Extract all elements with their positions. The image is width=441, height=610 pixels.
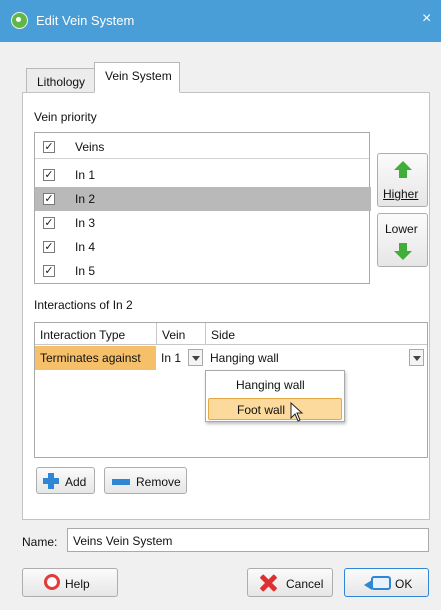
veins-column-header: Veins [75, 140, 105, 154]
side-option-label: Hanging wall [236, 378, 305, 392]
title-bar: Edit Vein System × [0, 0, 441, 42]
higher-label: Higher [383, 187, 419, 201]
add-button[interactable]: Add [36, 467, 95, 494]
cancel-button[interactable]: Cancel [247, 568, 333, 597]
arrow-up-icon [394, 161, 412, 178]
vein-dropdown[interactable]: In 1 [157, 346, 205, 370]
name-value: Veins Vein System [73, 534, 173, 548]
remove-label: Remove [136, 475, 181, 489]
chevron-down-icon[interactable] [188, 349, 203, 366]
ok-arrow-icon [364, 576, 391, 590]
lifebuoy-icon [44, 574, 60, 590]
window-title: Edit Vein System [36, 13, 135, 28]
plus-icon [42, 472, 60, 490]
interaction-type-header: Interaction Type [40, 328, 126, 342]
vein-row-in5[interactable]: ✓ In 5 [35, 259, 371, 283]
name-field[interactable]: Veins Vein System [67, 528, 429, 552]
chevron-down-icon[interactable] [409, 349, 424, 366]
side-option-label: Foot wall [237, 403, 286, 417]
lower-button[interactable]: Lower [377, 213, 428, 267]
vein-row-in2[interactable]: ✓ In 2 [35, 187, 371, 211]
remove-button[interactable]: Remove [104, 467, 187, 494]
tab-lithology-label: Lithology [37, 75, 86, 89]
vein-checkbox[interactable]: ✓ [43, 217, 55, 229]
cross-icon [259, 574, 277, 592]
side-options-popup: Hanging wall Foot wall [205, 370, 345, 422]
help-label: Help [65, 577, 90, 591]
interaction-row: Terminates against In 1 Hanging wall [35, 346, 427, 370]
vein-row-in4[interactable]: ✓ In 4 [35, 235, 371, 259]
ok-button[interactable]: OK [344, 568, 429, 597]
interactions-header-row: Interaction Type Vein Side [35, 323, 427, 345]
minus-icon [112, 479, 130, 485]
tab-lithology[interactable]: Lithology [26, 68, 95, 93]
vein-header: Vein [162, 328, 186, 342]
vein-label: In 4 [75, 240, 96, 254]
interactions-label: Interactions of In 2 [34, 298, 133, 312]
select-all-checkbox[interactable]: ✓ [43, 141, 55, 153]
side-option-hanging-wall[interactable]: Hanging wall [207, 373, 343, 395]
tab-vein-system[interactable]: Vein System [94, 62, 180, 93]
side-header: Side [211, 328, 236, 342]
ok-label: OK [395, 577, 413, 591]
vein-checkbox[interactable]: ✓ [43, 265, 55, 277]
side-option-foot-wall[interactable]: Foot wall [208, 398, 342, 420]
vein-list-header: ✓ Veins [35, 133, 369, 159]
close-icon[interactable]: × [422, 10, 431, 28]
vein-priority-label: Vein priority [34, 110, 97, 124]
tab-vein-system-label: Vein System [105, 69, 172, 83]
side-value: Hanging wall [210, 351, 279, 365]
vein-checkbox[interactable]: ✓ [43, 241, 55, 253]
help-button[interactable]: Help [22, 568, 118, 597]
vein-row-in1[interactable]: ✓ In 1 [35, 163, 371, 187]
vein-label: In 1 [75, 168, 96, 182]
vein-label: In 3 [75, 216, 96, 230]
cancel-label: Cancel [286, 577, 324, 591]
side-dropdown[interactable]: Hanging wall [206, 346, 427, 370]
mouse-pointer-icon [290, 402, 304, 422]
lower-label: Lower [385, 222, 418, 236]
vein-label: In 2 [75, 192, 96, 206]
name-label: Name: [22, 535, 58, 549]
vein-label: In 5 [75, 264, 96, 278]
vein-checkbox[interactable]: ✓ [43, 193, 55, 205]
app-icon [11, 12, 28, 29]
vein-checkbox[interactable]: ✓ [43, 169, 55, 181]
vein-priority-list: ✓ Veins ✓ In 1 ✓ In 2 ✓ In 3 ✓ In 4 ✓ In… [34, 132, 371, 284]
arrow-down-icon [394, 243, 412, 260]
vein-value: In 1 [161, 351, 182, 365]
add-label: Add [65, 475, 87, 489]
interaction-type-value: Terminates against [40, 351, 141, 365]
interaction-type-cell[interactable]: Terminates against [35, 346, 156, 370]
higher-button[interactable]: Higher [377, 153, 428, 207]
vein-row-in3[interactable]: ✓ In 3 [35, 211, 371, 235]
